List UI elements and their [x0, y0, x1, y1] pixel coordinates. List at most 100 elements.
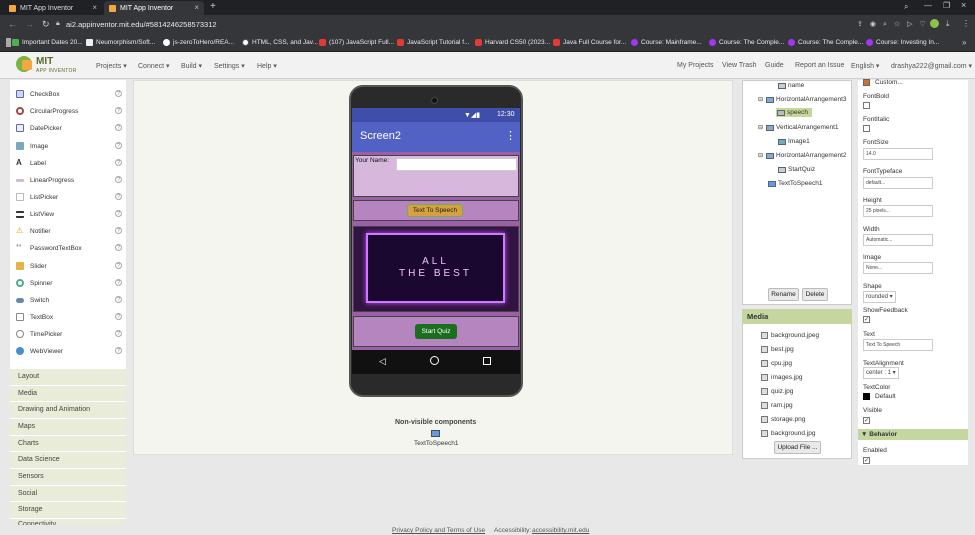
- category-sensors[interactable]: Sensors: [10, 468, 126, 484]
- textcolor-swatch[interactable]: [863, 393, 870, 400]
- upload-file-button[interactable]: Upload File ...: [774, 441, 821, 454]
- start-quiz-button[interactable]: Start Quiz: [415, 324, 457, 339]
- delete-button[interactable]: Delete: [802, 288, 828, 301]
- palette-item-checkbox[interactable]: CheckBox?: [16, 87, 122, 101]
- visible-checkbox[interactable]: ✓: [863, 417, 870, 424]
- tree-node-speech[interactable]: speech: [776, 108, 812, 117]
- text-input[interactable]: Text To Speech: [863, 339, 933, 351]
- palette-item-image[interactable]: Image?: [16, 139, 122, 153]
- palette-item-label[interactable]: A Label?: [16, 156, 122, 170]
- account-menu[interactable]: drashya222@gmail.com ▾: [891, 62, 972, 70]
- palette-item-notifier[interactable]: ⚠ Notifier?: [16, 224, 122, 238]
- menu-help[interactable]: Help ▾: [257, 62, 277, 70]
- palette-item-listpicker[interactable]: ListPicker?: [16, 190, 122, 204]
- home-nav-icon[interactable]: [430, 356, 439, 365]
- maximize-icon[interactable]: ❐: [943, 1, 950, 10]
- recents-nav-icon[interactable]: [483, 357, 491, 365]
- text-to-speech-component-icon[interactable]: [431, 430, 440, 437]
- language-select[interactable]: English ▾: [851, 62, 879, 70]
- palette-item-circularprogress[interactable]: CircularProgress?: [16, 104, 122, 118]
- bookmark-3[interactable]: js-zeroToHero/REA...: [163, 39, 234, 46]
- close-tab-icon[interactable]: ×: [92, 3, 97, 12]
- width-input[interactable]: Automatic...: [863, 234, 933, 246]
- menu-icon[interactable]: ⋮: [962, 19, 970, 28]
- link-report-issue[interactable]: Report an Issue: [795, 62, 844, 69]
- bookmark-9[interactable]: Course: Mainframe...: [631, 39, 702, 46]
- media-file[interactable]: ram.jpg: [761, 402, 793, 409]
- media-file[interactable]: background.jpg: [761, 430, 815, 437]
- overflow-menu-icon[interactable]: ⋮: [505, 129, 516, 142]
- bookmark-11[interactable]: Course: The Comple...: [788, 39, 863, 46]
- category-drawing-animation[interactable]: Drawing and Animation: [10, 401, 126, 417]
- browser-tab-1[interactable]: MIT App Inventor ×: [4, 1, 102, 15]
- height-input[interactable]: 25 pixels...: [863, 205, 933, 217]
- bookmark-1[interactable]: Important Dates 20...: [12, 39, 83, 46]
- apps-icon[interactable]: [6, 38, 11, 47]
- profile-avatar[interactable]: [930, 19, 939, 28]
- browser-tab-2[interactable]: MIT App Inventor ×: [104, 1, 204, 15]
- link-view-trash[interactable]: View Trash: [722, 62, 757, 69]
- enabled-checkbox[interactable]: ✓: [863, 457, 870, 464]
- category-layout[interactable]: Layout: [10, 368, 126, 384]
- palette-item-passwordtextbox[interactable]: ** PasswordTextBox?: [16, 241, 122, 255]
- palette-item-linearprogress[interactable]: LinearProgress?: [16, 173, 122, 187]
- category-charts[interactable]: Charts: [10, 435, 126, 451]
- palette-item-slider[interactable]: Slider?: [16, 259, 122, 273]
- palette-item-spinner[interactable]: Spinner?: [16, 276, 122, 290]
- extension-icons[interactable]: ⇪◉⌕☆▷♡: [857, 20, 933, 29]
- category-storage[interactable]: Storage: [10, 501, 126, 517]
- bookmark-4[interactable]: HTML, CSS, and Jav...: [242, 39, 318, 46]
- tree-node-image1[interactable]: Image1: [778, 138, 810, 145]
- media-file[interactable]: background.jpeg: [761, 332, 819, 339]
- bookmark-6[interactable]: JavaScript Tutorial f...: [397, 39, 470, 46]
- behavior-section-header[interactable]: ▼ Behavior: [858, 429, 968, 440]
- menu-build[interactable]: Build ▾: [181, 62, 202, 70]
- privacy-link[interactable]: Privacy Policy and Terms of Use: [392, 527, 485, 534]
- image-input[interactable]: None...: [863, 262, 933, 274]
- accessibility-link[interactable]: accessibility.mit.edu: [532, 527, 589, 534]
- bookmark-12[interactable]: Course: Investing In...: [866, 39, 939, 46]
- menu-connect[interactable]: Connect ▾: [138, 62, 170, 70]
- text-to-speech-button[interactable]: Text To Speech: [407, 204, 463, 217]
- new-tab-icon[interactable]: +: [210, 1, 216, 12]
- palette-item-datepicker[interactable]: DatePicker?: [16, 121, 122, 135]
- fontitalic-checkbox[interactable]: [863, 125, 870, 132]
- tree-node-texttospeech1[interactable]: TextToSpeech1: [768, 180, 822, 187]
- link-guide[interactable]: Guide: [765, 62, 784, 69]
- fontbold-checkbox[interactable]: [863, 102, 870, 109]
- media-file[interactable]: storage.png: [761, 416, 805, 423]
- palette-item-switch[interactable]: Switch?: [16, 293, 122, 307]
- media-file[interactable]: quiz.jpg: [761, 388, 793, 395]
- tree-node-verticalarrangement1[interactable]: ⊟ VerticalArrangement1: [758, 124, 839, 131]
- showfeedback-checkbox[interactable]: ✓: [863, 316, 870, 323]
- category-data-science[interactable]: Data Science: [10, 451, 126, 467]
- url-field[interactable]: ai2.appinventor.mit.edu/#581424625857331…: [66, 20, 217, 29]
- category-social[interactable]: Social: [10, 485, 126, 501]
- category-connectivity[interactable]: Connectivity: [10, 518, 126, 525]
- back-nav-icon[interactable]: ◁: [379, 356, 386, 367]
- shape-select[interactable]: rounded ▾: [863, 291, 896, 303]
- link-my-projects[interactable]: My Projects: [677, 62, 714, 69]
- tree-node-horizontalarrangement2[interactable]: ⊟ HorizontalArrangement2: [758, 152, 846, 159]
- category-media[interactable]: Media: [10, 385, 126, 401]
- custom-color[interactable]: Custom...: [875, 79, 903, 86]
- menu-projects[interactable]: Projects ▾: [96, 62, 127, 70]
- rename-button[interactable]: Rename: [768, 288, 799, 301]
- download-icon[interactable]: ⤓: [946, 19, 950, 29]
- tree-node-name[interactable]: name: [778, 82, 804, 89]
- media-file[interactable]: best.jpg: [761, 346, 794, 353]
- bookmark-10[interactable]: Course: The Comple...: [709, 39, 784, 46]
- media-file[interactable]: images.jpg: [761, 374, 802, 381]
- palette-item-listview[interactable]: ListView?: [16, 207, 122, 221]
- palette-item-webviewer[interactable]: WebViewer?: [16, 344, 122, 358]
- tree-node-horizontalarrangement3[interactable]: ⊟ HorizontalArrangement3: [758, 96, 846, 103]
- back-icon[interactable]: ←: [8, 19, 17, 29]
- category-maps[interactable]: Maps: [10, 418, 126, 434]
- name-textbox[interactable]: [396, 158, 517, 171]
- menu-settings[interactable]: Settings ▾: [214, 62, 245, 70]
- fontsize-input[interactable]: 14.0: [863, 148, 933, 160]
- search-tabs-icon[interactable]: ⌕: [904, 2, 908, 12]
- textalignment-select[interactable]: center : 1 ▾: [863, 367, 899, 379]
- palette-item-timepicker[interactable]: TimePicker?: [16, 327, 122, 341]
- nonvisible-item[interactable]: TextToSpeech1: [414, 440, 458, 447]
